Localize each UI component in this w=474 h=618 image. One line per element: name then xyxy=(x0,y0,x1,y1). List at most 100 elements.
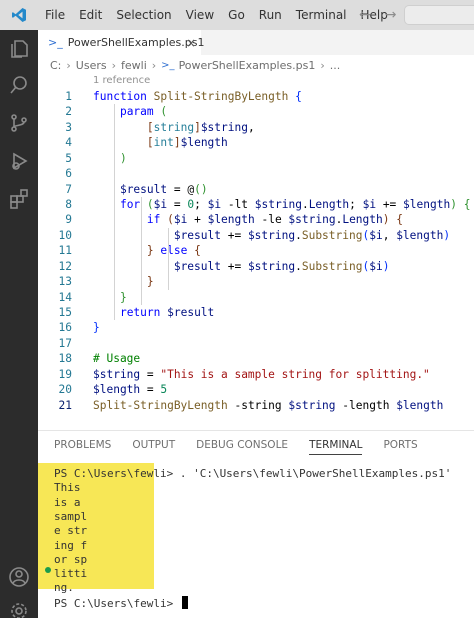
line-number: 4 xyxy=(65,136,72,150)
vscode-logo-icon xyxy=(0,0,38,30)
code-token: Substring xyxy=(301,228,363,242)
line-source: function Split-StringByLength { xyxy=(93,89,302,105)
account-icon[interactable] xyxy=(0,560,38,594)
terminal-output-line: litti xyxy=(54,567,88,581)
terminal-output-line: ing f xyxy=(54,538,88,552)
menu-view[interactable]: View xyxy=(179,0,221,30)
code-token: { xyxy=(194,244,201,258)
chevron-right-icon: › xyxy=(151,58,157,72)
extensions-icon[interactable] xyxy=(0,182,38,216)
code-token: ; xyxy=(349,198,363,211)
code-token: = xyxy=(140,383,161,397)
code-line: 7 $result = @() xyxy=(38,182,474,198)
menu-run[interactable]: Run xyxy=(252,0,289,30)
code-token: return xyxy=(119,306,161,320)
code-token: $i xyxy=(173,213,188,227)
line-number: 9 xyxy=(65,213,72,227)
menu-file[interactable]: File xyxy=(38,0,72,30)
breadcrumb-file[interactable]: PowerShellExamples.ps1 xyxy=(179,59,316,72)
code-token: $string xyxy=(247,259,296,273)
explorer-icon[interactable] xyxy=(0,32,38,66)
tab-powershellexamples[interactable]: >_ PowerShellExamples.ps1 × xyxy=(38,30,204,55)
code-token: , xyxy=(382,228,397,242)
powershell-file-icon: >_ xyxy=(161,59,175,71)
line-number: 10 xyxy=(58,228,72,242)
indent-guide xyxy=(141,197,142,305)
code-token: { xyxy=(396,213,403,227)
source-control-icon[interactable] xyxy=(0,106,38,140)
code-token: $string xyxy=(254,198,302,211)
panel-tab-ports[interactable]: PORTS xyxy=(383,431,417,459)
code-line: 8 for ($i = 0; $i -lt $string.Length; $i… xyxy=(38,197,474,213)
line-number: 19 xyxy=(58,367,72,381)
code-token: -lt xyxy=(221,198,255,211)
line-source: # Usage xyxy=(93,351,140,367)
line-number: 20 xyxy=(58,383,72,397)
activity-bar xyxy=(0,30,38,618)
settings-gear-icon[interactable] xyxy=(0,594,38,618)
code-line: 2 param ( xyxy=(38,104,474,120)
search-icon[interactable] xyxy=(0,68,38,102)
code-token: $string xyxy=(288,398,336,412)
code-token: [ xyxy=(146,136,154,150)
line-number: 12 xyxy=(58,259,72,273)
code-lens-references[interactable]: 1 reference xyxy=(93,74,150,88)
menu-go[interactable]: Go xyxy=(221,0,252,30)
breadcrumb-more[interactable]: ... xyxy=(330,59,341,72)
code-line: 9 if ($i + $length -le $string.Length) { xyxy=(38,212,474,228)
code-token: $string xyxy=(200,120,248,134)
code-token: } xyxy=(93,321,100,335)
terminal-output-line: or sp xyxy=(54,552,88,566)
code-token: int xyxy=(153,136,174,150)
arrow-left-icon[interactable]: ← xyxy=(359,7,371,23)
code-token: = xyxy=(140,367,161,381)
code-token: += xyxy=(376,198,404,211)
panel-tab-terminal[interactable]: TERMINAL xyxy=(309,431,363,459)
menu-terminal[interactable]: Terminal xyxy=(289,0,354,30)
menu-edit[interactable]: Edit xyxy=(72,0,109,30)
panel-tab-output[interactable]: OUTPUT xyxy=(132,431,175,459)
tab-label: PowerShellExamples.ps1 xyxy=(67,36,205,49)
bottom-panel: PROBLEMS OUTPUT DEBUG CONSOLE TERMINAL PORTS… xyxy=(38,430,474,618)
breadcrumb-drive[interactable]: C: xyxy=(50,59,61,72)
code-token: "This is a sample string for splitting." xyxy=(160,367,430,381)
panel-tab-problems[interactable]: PROBLEMS xyxy=(54,431,111,459)
line-source: } xyxy=(93,274,154,290)
code-editor[interactable]: 1 reference 1 function Split-StringByLeng… xyxy=(38,74,474,414)
line-number: 17 xyxy=(58,336,72,350)
close-icon[interactable]: × xyxy=(186,36,196,50)
terminal-output-line: sampl xyxy=(54,509,88,523)
terminal[interactable]: PS C:\Users\fewli> . 'C:\Users\fewli\Pow… xyxy=(38,463,474,618)
code-token: $i xyxy=(369,259,383,273)
code-token: $length xyxy=(93,383,141,397)
line-source: } else { xyxy=(93,243,201,259)
menu-selection[interactable]: Selection xyxy=(109,0,178,30)
line-number: 7 xyxy=(65,182,72,196)
code-line: 17 xyxy=(38,336,474,352)
line-source: $string = "This is a sample string for s… xyxy=(93,367,430,383)
command-center-search[interactable] xyxy=(404,5,474,25)
breadcrumb-users[interactable]: Users xyxy=(76,59,107,72)
panel-tab-debug-console[interactable]: DEBUG CONSOLE xyxy=(196,431,288,459)
code-token: ) xyxy=(382,213,390,227)
arrow-right-icon[interactable]: → xyxy=(385,7,397,23)
code-token: Split-StringByLength xyxy=(93,398,228,412)
code-token: $string xyxy=(93,367,141,381)
code-token: -le xyxy=(254,213,289,227)
line-source: [string]$string, xyxy=(93,120,255,136)
breadcrumb-fewli[interactable]: fewli xyxy=(121,59,147,72)
code-line: 13 } xyxy=(38,274,474,290)
line-source: $length = 5 xyxy=(93,382,167,398)
line-number: 8 xyxy=(65,198,72,211)
code-line: 12 $result += $string.Substring($i) xyxy=(38,259,474,275)
run-debug-icon[interactable] xyxy=(0,144,38,178)
code-token: + xyxy=(187,213,208,227)
line-number: 18 xyxy=(58,352,72,366)
code-token: $i xyxy=(362,198,377,211)
code-token: . xyxy=(295,259,302,273)
code-token: . xyxy=(301,198,309,211)
